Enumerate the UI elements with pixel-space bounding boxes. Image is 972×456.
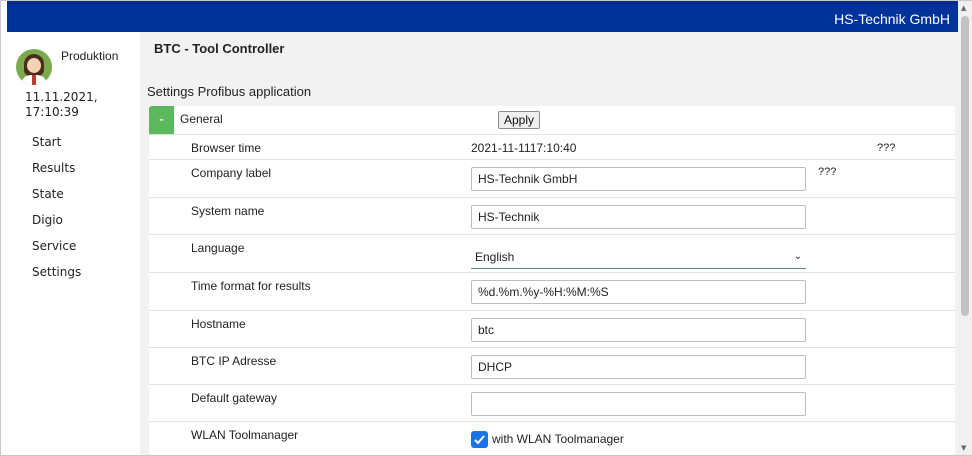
scroll-down-icon[interactable]: ▼ (961, 444, 966, 452)
collapse-button[interactable]: - (149, 106, 174, 134)
row-language: Language English ⌄ (149, 234, 955, 272)
company-label-input[interactable]: HS-Technik GmbH (471, 167, 806, 191)
sidebar-item-settings[interactable]: Settings (32, 264, 81, 290)
date-text: 11.11.2021, (25, 90, 98, 104)
top-bar: HS-Technik GmbH (7, 1, 958, 32)
scroll-up-icon[interactable]: ▲ (961, 4, 966, 12)
language-value: English (475, 250, 515, 264)
wlan-checkbox-label: with WLAN Toolmanager (492, 432, 624, 446)
checkmark-icon (474, 435, 485, 445)
row-hostname: Hostname btc (149, 310, 955, 347)
row-ip-address: BTC IP Adresse DHCP (149, 347, 955, 384)
scroll-thumb[interactable] (961, 16, 969, 316)
language-label: Language (191, 241, 245, 255)
browser-time-label: Browser time (191, 141, 262, 155)
hostname-input[interactable]: btc (471, 318, 806, 342)
system-name-label: System name (191, 204, 265, 218)
wlan-checkbox[interactable] (471, 431, 488, 448)
ip-address-input[interactable]: DHCP (471, 355, 806, 379)
apply-button[interactable]: Apply (498, 111, 541, 129)
wlan-label: WLAN Toolmanager (191, 428, 299, 442)
system-name-input[interactable]: HS-Technik (471, 205, 806, 229)
section-title: Settings Profibus application (147, 84, 312, 99)
company-label-label: Company label (191, 166, 272, 180)
default-gateway-input[interactable] (471, 392, 806, 416)
settings-panel: - General Apply Browser time 2021-11-111… (149, 106, 955, 455)
language-select[interactable]: English ⌄ (471, 247, 806, 269)
avatar[interactable] (16, 49, 52, 85)
sidebar-item-service[interactable]: Service (32, 238, 81, 264)
current-datetime: 11.11.2021, 17:10:39 (25, 90, 125, 120)
browser-frame: HS-Technik GmbH Produktion 11.11.2021, 1… (0, 0, 972, 456)
default-gateway-label: Default gateway (191, 391, 278, 405)
ip-address-label: BTC IP Adresse (191, 354, 277, 368)
scrollbar[interactable]: ▲ ▼ (958, 1, 972, 455)
page-title: BTC - Tool Controller (154, 41, 285, 56)
hostname-label: Hostname (191, 317, 246, 331)
row-time-format: Time format for results %d.%m.%y-%H:%M:%… (149, 272, 955, 310)
sidebar-item-state[interactable]: State (32, 186, 81, 212)
row-company-label: Company label HS-Technik GmbH ??? (149, 159, 955, 197)
time-text: 17:10:39 (25, 105, 79, 119)
row-browser-time: Browser time 2021-11-1117:10:40 ??? (149, 134, 955, 159)
sidebar-item-digio[interactable]: Digio (32, 212, 81, 238)
browser-time-status: ??? (877, 142, 896, 154)
time-format-input[interactable]: %d.%m.%y-%H:%M:%S (471, 280, 806, 304)
sidebar-item-start[interactable]: Start (32, 134, 81, 160)
sidebar: Produktion 11.11.2021, 17:10:39 Start Re… (7, 32, 140, 455)
chevron-down-icon: ⌄ (793, 251, 802, 262)
user-name: Produktion (61, 49, 119, 63)
row-wlan: WLAN Toolmanager with WLAN Toolmanager (149, 421, 955, 455)
time-format-label: Time format for results (191, 279, 311, 293)
brand-label: HS-Technik GmbH (834, 11, 950, 27)
sidebar-nav: Start Results State Digio Service Settin… (32, 134, 81, 290)
browser-time-value: 2021-11-1117:10:40 (471, 141, 577, 155)
sidebar-item-results[interactable]: Results (32, 160, 81, 186)
main-content: BTC - Tool Controller Settings Profibus … (140, 32, 958, 455)
row-system-name: System name HS-Technik (149, 197, 955, 234)
group-label-general: General (180, 112, 223, 126)
row-default-gateway: Default gateway (149, 384, 955, 421)
company-label-status: ??? (818, 166, 837, 178)
